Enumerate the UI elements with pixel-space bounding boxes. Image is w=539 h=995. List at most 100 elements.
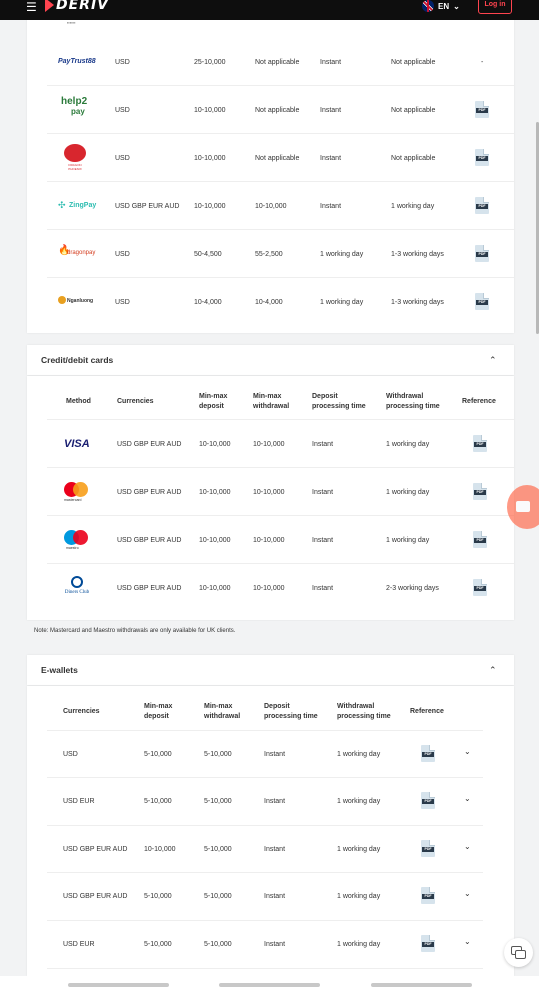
bottom-tab-handle[interactable] bbox=[68, 983, 169, 987]
withdrawal-time-cell: 1 working day bbox=[386, 537, 430, 544]
logo-mark bbox=[45, 0, 54, 12]
deposit-time-cell: Instant bbox=[264, 893, 286, 900]
deposit-time-cell: Instant bbox=[320, 107, 342, 114]
withdrawal-cell: 10-10,000 bbox=[255, 203, 287, 210]
pdf-icon[interactable]: PDF bbox=[475, 101, 489, 118]
pdf-icon[interactable]: PDF bbox=[475, 197, 489, 214]
chevron-down-icon[interactable]: ⌄ bbox=[464, 937, 471, 946]
top-navbar: ☰ DERIV EN ⌄ Log in bbox=[0, 0, 539, 20]
pdf-icon[interactable]: PDF bbox=[473, 483, 487, 500]
withdrawal-cell: 5-10,000 bbox=[204, 846, 232, 853]
pdf-icon[interactable]: PDF bbox=[421, 840, 435, 857]
hamburger-menu-icon[interactable]: ☰ bbox=[26, 0, 37, 14]
e-wallets-table: Currencies Min-max deposit Min-max withd… bbox=[27, 686, 514, 976]
pdf-icon[interactable]: PDF bbox=[475, 149, 489, 166]
login-button[interactable]: Log in bbox=[478, 0, 512, 14]
table-header: Currencies Min-max deposit Min-max withd… bbox=[47, 686, 483, 731]
video-camera-icon[interactable] bbox=[507, 485, 539, 529]
withdrawal-time-cell: 1 working day bbox=[337, 846, 381, 853]
withdrawal-cell: 5-10,000 bbox=[204, 941, 232, 948]
pdf-icon[interactable]: PDF bbox=[473, 435, 487, 452]
deposit-cell: 10-10,000 bbox=[199, 537, 231, 544]
currencies-cell: USD GBP EUR AUD bbox=[63, 846, 128, 853]
header-withdrawal: Min-max withdrawal bbox=[253, 393, 290, 410]
deposit-time-cell: Instant bbox=[320, 155, 342, 162]
currencies-cell: USD bbox=[115, 299, 130, 306]
chevron-up-icon[interactable]: ⌃ bbox=[489, 665, 497, 676]
logo-text: DERIV bbox=[56, 0, 110, 13]
withdrawal-time-cell: 1-3 working days bbox=[391, 251, 444, 258]
pdf-icon[interactable]: PDF bbox=[475, 293, 489, 310]
section-title: Credit/debit cards bbox=[41, 355, 114, 365]
header-method: Method bbox=[66, 398, 91, 405]
deposit-cell: 10-10,000 bbox=[199, 489, 231, 496]
withdrawal-cell: 10-10,000 bbox=[253, 441, 285, 448]
withdrawal-cell: 5-10,000 bbox=[204, 751, 232, 758]
header-deposit: Min-max deposit bbox=[144, 703, 173, 720]
table-row: ✣ ZingPay USD GBP EUR AUD 10-10,000 10-1… bbox=[47, 182, 514, 230]
table-row[interactable]: USD GBP EUR AUD 5-10,000 5-10,000 Instan… bbox=[47, 873, 483, 921]
pdf-icon[interactable]: PDF bbox=[421, 935, 435, 952]
currencies-cell: USD bbox=[115, 155, 130, 162]
withdrawal-time-cell: 1 working day bbox=[337, 893, 381, 900]
withdrawal-cell: 55-2,500 bbox=[255, 251, 283, 258]
visa-logo: VISA bbox=[64, 438, 90, 450]
deposit-time-cell: Instant bbox=[312, 489, 334, 496]
withdrawal-cell: Not applicable bbox=[255, 155, 300, 162]
withdrawal-time-cell: Not applicable bbox=[391, 59, 436, 66]
currencies-cell: USD GBP EUR AUD bbox=[117, 441, 182, 448]
table-row[interactable]: USD GBP EUR AUD 10-10,000 5-10,000 Insta… bbox=[47, 826, 483, 873]
table-row: mastercard USD GBP EUR AUD 10-10,000 10-… bbox=[47, 468, 514, 516]
chevron-down-icon: ⌄ bbox=[453, 1, 460, 11]
withdrawal-cell: 5-10,000 bbox=[204, 798, 232, 805]
header-deposit: Min-max deposit bbox=[199, 393, 228, 410]
table-row[interactable]: USD EUR 5-10,000 5-10,000 Instant 1 work… bbox=[47, 921, 483, 969]
bottom-tab-handle[interactable] bbox=[219, 983, 320, 987]
live-chat-icon[interactable] bbox=[504, 938, 533, 967]
pdf-icon[interactable]: PDF bbox=[421, 887, 435, 904]
help2pay-logo: help2 pay bbox=[61, 96, 88, 117]
credit-debit-cards-header[interactable]: Credit/debit cards ⌃ bbox=[27, 345, 514, 375]
table-row: DRAGON PHOENIX USD 10-10,000 Not applicab… bbox=[47, 134, 514, 182]
chevron-up-icon[interactable]: ⌃ bbox=[489, 355, 497, 366]
deposit-cell: 10-10,000 bbox=[194, 203, 226, 210]
withdrawal-time-cell: 1 working day bbox=[337, 941, 381, 948]
header-reference: Reference bbox=[462, 398, 496, 405]
pdf-icon[interactable]: PDF bbox=[473, 531, 487, 548]
mastercard-logo: mastercard bbox=[64, 482, 90, 504]
table-row: Nganluong USD 10-4,000 10-4,000 1 workin… bbox=[47, 278, 514, 326]
chevron-down-icon[interactable]: ⌄ bbox=[464, 842, 471, 851]
pdf-icon[interactable]: PDF bbox=[473, 579, 487, 596]
deriv-logo[interactable]: DERIV bbox=[45, 0, 109, 13]
header-currencies: Currencies bbox=[117, 398, 154, 405]
deposit-cell: 10-10,000 bbox=[199, 441, 231, 448]
deposit-time-cell: Instant bbox=[320, 59, 342, 66]
deposit-cell: 10-10,000 bbox=[144, 846, 176, 853]
deposit-time-cell: Instant bbox=[264, 846, 286, 853]
chevron-down-icon[interactable]: ⌄ bbox=[464, 747, 471, 756]
table-row[interactable]: USD 5-10,000 5-10,000 Instant 1 working … bbox=[47, 731, 483, 778]
header-withdrawal: Min-max withdrawal bbox=[204, 703, 241, 720]
deposit-time-cell: Instant bbox=[264, 941, 286, 948]
pdf-icon[interactable]: PDF bbox=[421, 745, 435, 762]
table-row: Diners Club USD GBP EUR AUD 10-10,000 10… bbox=[47, 564, 514, 612]
pdf-icon[interactable]: PDF bbox=[475, 245, 489, 262]
currencies-cell: USD GBP EUR AUD bbox=[117, 585, 182, 592]
withdrawal-time-cell: Not applicable bbox=[391, 155, 436, 162]
chevron-down-icon[interactable]: ⌄ bbox=[464, 889, 471, 898]
table-row[interactable]: USD EUR 5-10,000 5-10,000 Instant 1 work… bbox=[47, 778, 483, 826]
currencies-cell: USD bbox=[115, 107, 130, 114]
deposit-cell: 25-10,000 bbox=[194, 59, 226, 66]
maestro-logo: maestro bbox=[64, 530, 90, 552]
bottom-tab-handle[interactable] bbox=[371, 983, 472, 987]
pdf-icon[interactable]: PDF bbox=[421, 792, 435, 809]
diners-club-logo: Diners Club bbox=[60, 576, 94, 600]
deposit-cell: 5-10,000 bbox=[144, 798, 172, 805]
e-wallets-header[interactable]: E-wallets ⌃ bbox=[27, 655, 514, 685]
deposit-cell: 5-10,000 bbox=[144, 751, 172, 758]
chevron-down-icon[interactable]: ⌄ bbox=[464, 794, 471, 803]
table-row: 🔥 dragonpay USD 50-4,500 55-2,500 1 work… bbox=[47, 230, 514, 278]
header-deposit-time: Deposit processing time bbox=[264, 703, 318, 720]
currencies-cell: USD GBP EUR AUD bbox=[117, 537, 182, 544]
language-switcher[interactable]: EN ⌄ bbox=[422, 0, 460, 12]
